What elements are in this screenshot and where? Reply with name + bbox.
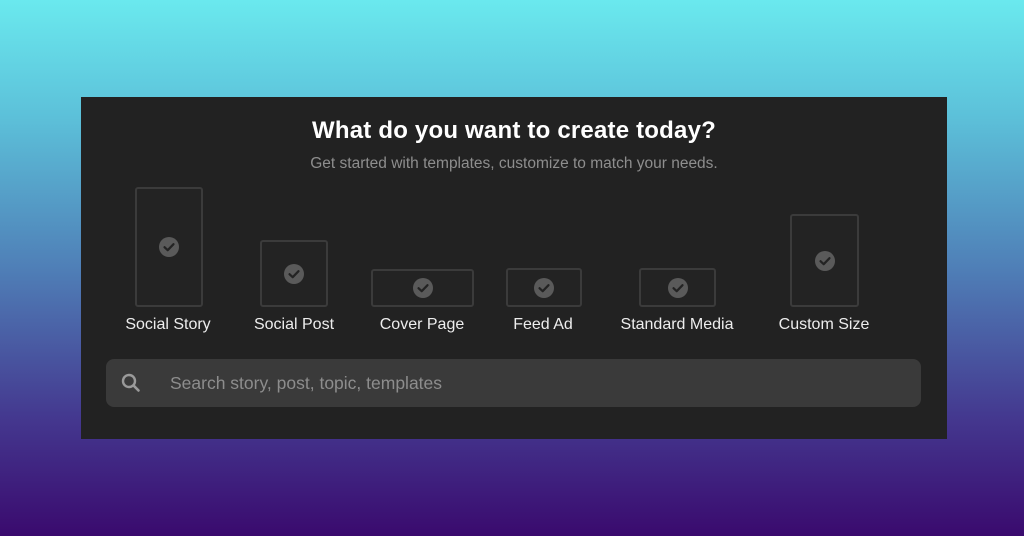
check-icon (814, 250, 835, 271)
format-label-cover-page: Cover Page (379, 316, 465, 333)
format-shape-social-story (135, 187, 203, 307)
page-title: What do you want to create today? (312, 117, 716, 144)
format-shape-feed-ad (506, 268, 582, 307)
check-icon (412, 278, 433, 298)
format-label-social-post: Social Post (253, 316, 335, 333)
format-custom-size[interactable]: Custom Size (81, 97, 869, 333)
format-shape-cover-page (371, 269, 474, 307)
format-shape-social-post (260, 240, 328, 307)
check-icon (159, 237, 179, 257)
create-panel: What do you want to create today? Get st… (81, 97, 947, 439)
format-label-social-story: Social Story (125, 316, 211, 333)
search-icon (121, 373, 140, 392)
format-label-feed-ad: Feed Ad (513, 316, 573, 333)
search-input[interactable] (170, 359, 900, 407)
search-bar[interactable] (106, 359, 921, 407)
format-shape-standard-media (639, 268, 716, 307)
format-shape-custom-size (790, 214, 859, 307)
format-label-custom-size: Custom Size (778, 316, 870, 333)
check-icon (284, 263, 304, 284)
check-icon (667, 277, 688, 298)
check-icon (534, 277, 554, 298)
page-subtitle: Get started with templates, customize to… (310, 155, 718, 172)
format-label-standard-media: Standard Media (620, 316, 734, 333)
